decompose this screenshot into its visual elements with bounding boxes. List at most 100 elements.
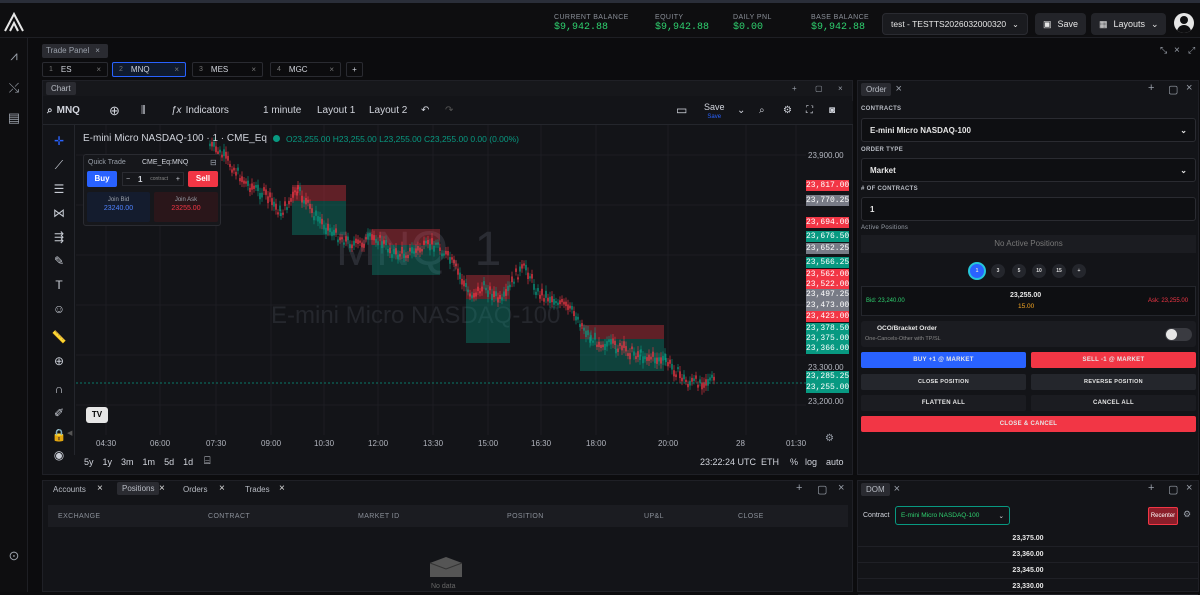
dom-row[interactable]: 23,375.00	[858, 531, 1198, 547]
undo-icon[interactable]: ↶	[421, 105, 429, 116]
close-icon[interactable]: ×	[838, 84, 843, 93]
log-button[interactable]: log	[805, 457, 817, 467]
save-layout-button[interactable]: ▣ Save	[1035, 13, 1086, 35]
qty-preset-add[interactable]: +	[1072, 264, 1086, 278]
plus-icon[interactable]: +	[796, 482, 802, 494]
fib-icon[interactable]: ☰	[51, 181, 67, 197]
qty-preset-5[interactable]: 5	[1012, 264, 1026, 278]
auto-button[interactable]: auto	[826, 457, 844, 467]
buy-market-button[interactable]: BUY +1 @ MARKET	[861, 352, 1026, 368]
plus-icon[interactable]: +	[1148, 82, 1154, 94]
close-and-cancel-button[interactable]: CLOSE & CANCEL	[861, 416, 1196, 432]
tab-orders[interactable]: Orders	[183, 485, 207, 494]
range-button-1y[interactable]: 1y	[103, 457, 113, 467]
maximize-icon[interactable]: ▢	[1168, 83, 1178, 96]
plus-icon[interactable]: +	[176, 176, 180, 183]
crosshair-icon[interactable]: ✛	[51, 133, 67, 149]
settings-icon[interactable]: ⊙	[6, 548, 22, 564]
close-icon[interactable]: ×	[96, 65, 101, 74]
close-icon[interactable]: ×	[1186, 482, 1192, 494]
add-tab-button[interactable]: +	[346, 62, 363, 77]
trend-icon[interactable]: ⤯	[6, 80, 22, 96]
range-button-3m[interactable]: 3m	[121, 457, 134, 467]
chevron-down-icon[interactable]: ⌄	[737, 105, 745, 116]
recenter-button[interactable]: Recenter	[1148, 507, 1178, 525]
fullscreen-box-icon[interactable]: ▭	[676, 103, 687, 117]
tab-chart[interactable]: Chart	[46, 82, 76, 95]
close-icon[interactable]: ×	[1186, 82, 1192, 94]
tab-dom[interactable]: DOM	[861, 483, 890, 496]
lock-icon[interactable]: 🔒	[51, 427, 67, 443]
join-bid-button[interactable]: Join Bid 23240.00	[87, 192, 150, 222]
dom-row[interactable]: 23,330.00	[858, 579, 1198, 595]
symbol-tab-mgc[interactable]: 4 MGC ×	[270, 62, 341, 77]
fullscreen-icon[interactable]: ⛶	[806, 105, 813, 116]
minus-icon[interactable]: −	[126, 176, 130, 183]
percent-button[interactable]: %	[790, 457, 798, 467]
collapse-icon[interactable]: ⊟	[210, 158, 217, 167]
dom-contract-select[interactable]: E-mini Micro NASDAQ-100 ⌄	[895, 506, 1010, 525]
eye-icon[interactable]: ◉	[51, 447, 67, 463]
quantity-stepper[interactable]: −1 contract +	[122, 172, 184, 186]
sell-market-button[interactable]: SELL -1 @ MARKET	[1031, 352, 1196, 368]
close-icon[interactable]: ×	[895, 83, 901, 95]
time-axis[interactable]: 04:30 06:00 07:30 09:00 10:30 12:00 13:30 15:00…	[76, 435, 852, 451]
interval-button[interactable]: 1 minute	[263, 105, 301, 116]
redo-icon[interactable]: ↷	[445, 105, 453, 116]
close-icon[interactable]: ×	[251, 65, 256, 74]
dashboard-icon[interactable]: ▤	[6, 110, 22, 126]
num-contracts-input[interactable]: 1	[861, 197, 1196, 221]
cancel-all-button[interactable]: CANCEL ALL	[1031, 395, 1196, 411]
close-icon[interactable]: ×	[219, 483, 225, 494]
range-button-1d[interactable]: 1d	[183, 457, 193, 467]
qty-preset-15[interactable]: 15	[1052, 264, 1066, 278]
dom-row[interactable]: 23,345.00	[858, 563, 1198, 579]
collapse-icon[interactable]: ⤡	[1160, 45, 1167, 56]
symbol-tab-mnq[interactable]: 2 MNQ ×	[112, 62, 186, 77]
price-axis[interactable]: 23,900.00 23,300.00 23,200.00 23,817.00 2…	[806, 125, 852, 435]
oco-toggle[interactable]	[1165, 328, 1192, 341]
maximize-icon[interactable]: ▢	[817, 483, 827, 496]
close-position-button[interactable]: CLOSE POSITION	[861, 374, 1026, 390]
zoom-in-icon[interactable]: ⊕	[51, 353, 67, 369]
emoji-icon[interactable]: ☺	[51, 301, 67, 317]
close-icon[interactable]: ×	[159, 483, 165, 494]
compare-icon[interactable]: ⊕	[109, 103, 120, 119]
session-button[interactable]: ETH	[761, 457, 779, 467]
trendline-icon[interactable]: ⟋	[51, 157, 67, 173]
layout1-button[interactable]: Layout 1	[317, 105, 355, 116]
magnet-icon[interactable]: ∩	[51, 381, 67, 397]
chart-icon[interactable]: ⩘	[6, 48, 22, 64]
layouts-button[interactable]: ▦ Layouts ⌄	[1091, 13, 1166, 35]
contract-select[interactable]: E-mini Micro NASDAQ-100 ⌄	[861, 118, 1196, 142]
reverse-position-button[interactable]: REVERSE POSITION	[1031, 374, 1196, 390]
close-icon[interactable]: ×	[279, 483, 285, 494]
close-icon[interactable]: ×	[329, 65, 334, 74]
join-ask-button[interactable]: Join Ask 23255.00	[154, 192, 218, 222]
plus-icon[interactable]: +	[1148, 482, 1154, 494]
range-button-5y[interactable]: 5y	[84, 457, 94, 467]
settings-icon[interactable]: ⚙	[1183, 509, 1191, 520]
avatar[interactable]	[1174, 13, 1194, 33]
quick-buy-button[interactable]: Buy	[87, 171, 117, 187]
account-select[interactable]: test - TESTTS2026032000320 ⌄	[882, 13, 1028, 35]
tab-positions[interactable]: Positions	[117, 482, 160, 495]
settings-icon[interactable]: ⚙	[825, 433, 834, 444]
price-chart[interactable]: MNQ, 1 E-mini Micro NASDAQ-100 E-mini Mi…	[76, 125, 806, 435]
projection-icon[interactable]: ⇶	[51, 229, 67, 245]
symbol-search[interactable]: ⌕ MNQ	[47, 105, 80, 116]
close-icon[interactable]: ×	[174, 65, 179, 74]
indicators-button[interactable]: ƒx Indicators	[171, 105, 229, 116]
quick-sell-button[interactable]: Sell	[188, 171, 218, 187]
expand-icon[interactable]: ⤢	[1188, 45, 1195, 56]
tab-accounts[interactable]: Accounts	[53, 485, 86, 494]
chart-save-button[interactable]: Save Save	[704, 102, 725, 122]
calendar-icon[interactable]: ⌸	[204, 455, 211, 468]
qty-preset-1[interactable]: 1	[970, 264, 984, 278]
qty-preset-10[interactable]: 10	[1032, 264, 1046, 278]
zoom-icon[interactable]: ⌕	[759, 105, 765, 116]
collapse-drawtools-icon[interactable]: ◀	[67, 429, 72, 437]
plus-icon[interactable]: +	[792, 84, 797, 93]
ruler-icon[interactable]: 📏	[51, 329, 67, 345]
range-button-1m[interactable]: 1m	[143, 457, 156, 467]
